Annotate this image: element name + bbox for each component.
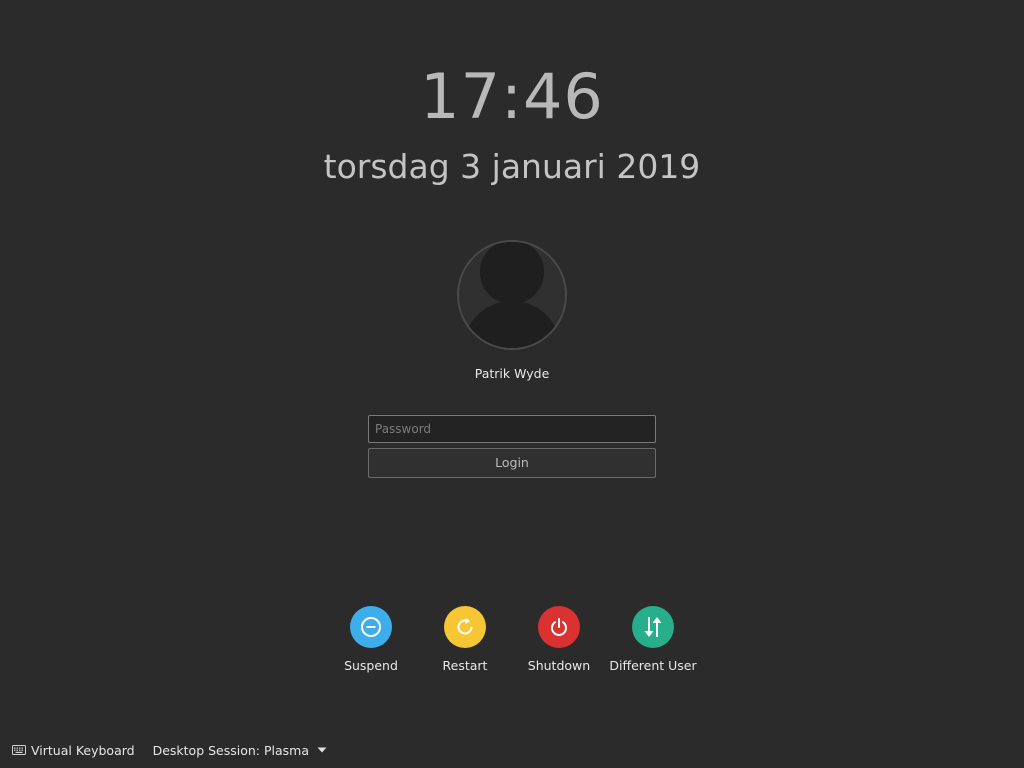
action-bar: Suspend Restart Shutdown Different User — [0, 606, 1024, 686]
different-user-button[interactable]: Different User — [598, 606, 708, 673]
switch-user-icon — [632, 606, 674, 648]
user-silhouette-icon — [459, 242, 565, 348]
restart-icon — [444, 606, 486, 648]
virtual-keyboard-label: Virtual Keyboard — [31, 742, 135, 758]
lock-screen: 17:46 torsdag 3 januari 2019 Patrik Wyde… — [0, 0, 1024, 768]
suspend-icon — [350, 606, 392, 648]
chevron-down-icon — [317, 747, 327, 753]
virtual-keyboard-button[interactable]: Virtual Keyboard — [12, 743, 135, 758]
login-button[interactable]: Login — [368, 448, 656, 478]
clock-date: torsdag 3 januari 2019 — [323, 147, 701, 186]
user-name: Patrik Wyde — [474, 366, 550, 381]
desktop-session-selector[interactable]: Desktop Session: Plasma — [153, 743, 327, 758]
desktop-session-label: Desktop Session: Plasma — [152, 742, 309, 758]
different-user-label: Different User — [609, 658, 697, 673]
user-avatar[interactable] — [457, 240, 567, 350]
clock-time: 17:46 — [420, 60, 604, 133]
footer-bar: Virtual Keyboard Desktop Session: Plasma — [12, 740, 327, 760]
password-field[interactable] — [368, 415, 656, 443]
keyboard-icon — [12, 745, 26, 755]
shutdown-icon — [538, 606, 580, 648]
